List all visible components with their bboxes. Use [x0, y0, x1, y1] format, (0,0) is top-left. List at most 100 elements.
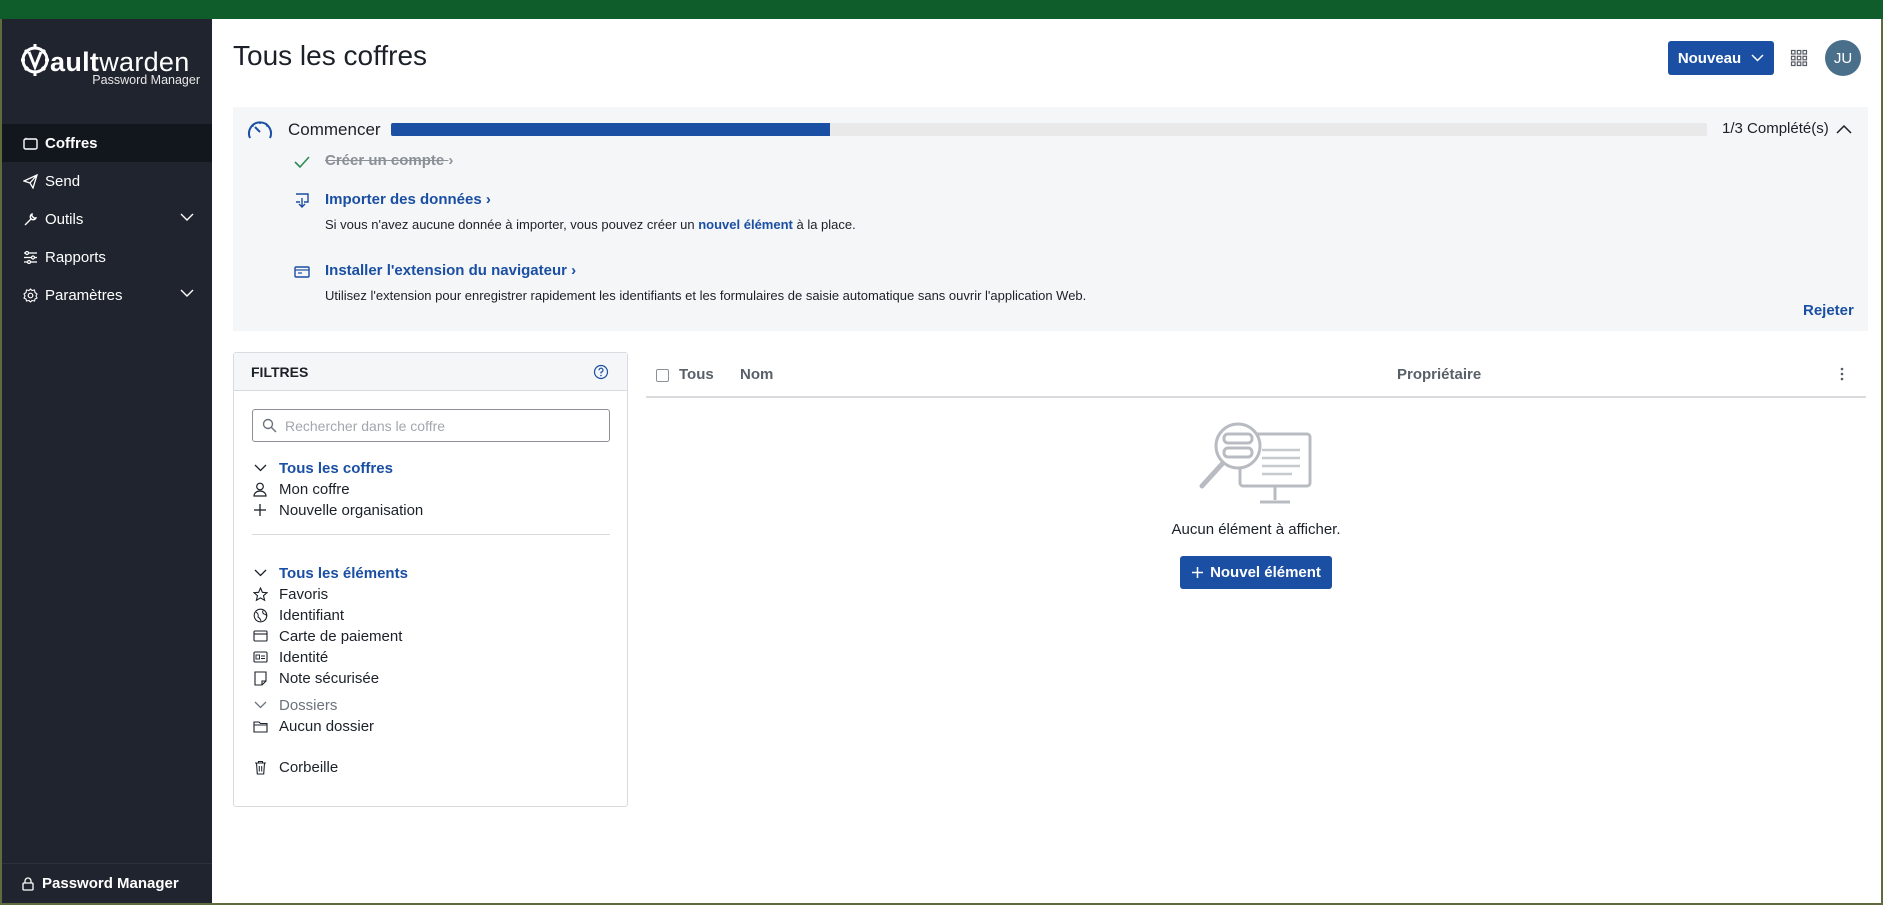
onboarding-progress-label: 1/3 Complété(s) — [1722, 120, 1829, 137]
sliders-icon — [22, 249, 38, 265]
import-data-description: Si vous n'avez aucune donnée à importer,… — [325, 217, 856, 232]
more-options-icon[interactable] — [1840, 366, 1844, 382]
filter-item-label: Carte de paiement — [279, 627, 403, 645]
filters-divider — [252, 534, 610, 535]
page-title: Tous les coffres — [233, 40, 428, 71]
sidebar-item-rapports[interactable]: Rapports — [2, 238, 212, 276]
filters-panel: FILTRES Tous les coffres Mon coffre Nouv… — [233, 352, 628, 807]
empty-state-text: Aucun élément à afficher. — [1171, 521, 1341, 538]
sidebar-item-coffres[interactable]: Coffres — [2, 124, 212, 162]
filter-trash[interactable]: Corbeille — [252, 757, 338, 777]
filters-title: FILTRES — [251, 363, 309, 380]
sidebar-item-parametres[interactable]: Paramètres — [2, 276, 212, 314]
filter-new-organization[interactable]: Nouvelle organisation — [252, 500, 423, 520]
vaultwarden-gear-v-icon — [21, 44, 49, 76]
search-icon — [262, 418, 277, 433]
sidebar-nav: Coffres Send Outils Rapports Paramètres — [2, 124, 212, 314]
wrench-icon — [22, 211, 38, 227]
import-data-link[interactable]: Importer des données › — [325, 191, 491, 208]
sidebar-item-label: Send — [45, 172, 81, 190]
lock-icon — [22, 876, 34, 891]
vaultwarden-logo[interactable]: aultwarden Password Manager — [20, 43, 200, 87]
new-item-button[interactable]: Nouvel élément — [1180, 556, 1332, 589]
create-account-link[interactable]: Créer un compte › — [325, 152, 453, 169]
check-icon — [294, 156, 310, 169]
filter-favorites[interactable]: Favoris — [252, 584, 328, 604]
logo-subtitle: Password Manager — [92, 73, 200, 87]
column-header-all[interactable]: Tous — [679, 366, 714, 383]
app-grid-icon[interactable] — [1790, 49, 1808, 67]
chevron-down-icon — [1751, 54, 1764, 62]
help-icon[interactable] — [593, 364, 609, 380]
chevron-down-icon — [180, 289, 194, 297]
product-switcher-label: Password Manager — [42, 875, 179, 892]
filter-item-label: Corbeille — [279, 758, 339, 776]
gear-icon — [22, 287, 38, 303]
sidebar-item-label: Rapports — [45, 248, 106, 266]
filter-item-label: Identifiant — [279, 606, 345, 624]
vault-icon — [22, 135, 38, 151]
filter-item-label: Note sécurisée — [279, 669, 380, 687]
filter-folders[interactable]: Dossiers — [252, 695, 337, 715]
avatar[interactable]: JU — [1825, 40, 1861, 76]
search-field[interactable] — [252, 409, 610, 442]
user-icon — [252, 481, 268, 497]
filter-section-label: Tous les éléments — [279, 564, 408, 582]
empty-search-illustration-icon — [1199, 422, 1312, 504]
credit-card-icon — [252, 628, 268, 644]
import-icon — [296, 193, 309, 208]
plus-icon — [1192, 567, 1204, 578]
window-top-bar — [0, 0, 1883, 19]
new-item-inline-link[interactable]: nouvel élément — [698, 217, 793, 232]
new-button-label: Nouveau — [1677, 49, 1742, 67]
filter-secure-note[interactable]: Note sécurisée — [252, 668, 379, 688]
filter-login[interactable]: Identifiant — [252, 605, 344, 625]
plus-icon — [252, 502, 268, 518]
sidebar-item-label: Paramètres — [45, 286, 123, 304]
select-all-checkbox[interactable] — [656, 369, 669, 382]
filter-item-label: Aucun dossier — [279, 717, 375, 735]
filter-identity[interactable]: Identité — [252, 647, 328, 667]
speedometer-icon — [248, 121, 272, 139]
search-input[interactable] — [285, 417, 609, 434]
chevron-down-icon — [252, 565, 268, 581]
onboarding-progress-bar — [391, 123, 1707, 136]
filter-all-items[interactable]: Tous les éléments — [252, 563, 408, 583]
browser-icon — [294, 266, 310, 278]
filter-all-vaults[interactable]: Tous les coffres — [252, 458, 393, 478]
column-header-name: Nom — [740, 366, 774, 383]
filter-section-label: Dossiers — [279, 696, 338, 714]
column-header-owner: Propriétaire — [1397, 366, 1482, 383]
sidebar-item-label: Outils — [45, 210, 84, 228]
note-icon — [252, 670, 268, 686]
filter-my-vault[interactable]: Mon coffre — [252, 479, 350, 499]
dismiss-onboarding-button[interactable]: Rejeter — [1803, 302, 1854, 319]
filters-header: FILTRES — [234, 353, 627, 391]
chevron-up-icon[interactable] — [1836, 123, 1852, 135]
star-icon — [252, 586, 268, 602]
new-button[interactable]: Nouveau — [1668, 41, 1774, 75]
filter-item-label: Identité — [279, 648, 329, 666]
vault-table-header: Tous Nom Propriétaire — [646, 352, 1866, 398]
sidebar-item-label: Coffres — [45, 134, 98, 152]
onboarding-progress-fill — [391, 123, 830, 136]
onboarding-title: Commencer — [288, 120, 381, 139]
filter-item-label: Favoris — [279, 585, 329, 603]
folder-icon — [252, 718, 268, 734]
sidebar-item-send[interactable]: Send — [2, 162, 212, 200]
globe-icon — [252, 607, 268, 623]
filter-item-label: Mon coffre — [279, 480, 350, 498]
chevron-down-icon — [180, 213, 194, 221]
send-icon — [22, 173, 38, 189]
filter-card[interactable]: Carte de paiement — [252, 626, 402, 646]
id-card-icon — [252, 649, 268, 665]
chevron-down-icon — [252, 460, 268, 476]
trash-icon — [252, 759, 268, 775]
onboarding-panel: Commencer 1/3 Complété(s) Créer un compt… — [233, 107, 1868, 331]
product-switcher[interactable]: Password Manager — [2, 863, 212, 903]
install-extension-description: Utilisez l'extension pour enregistrer ra… — [325, 288, 1087, 303]
sidebar-item-outils[interactable]: Outils — [2, 200, 212, 238]
filter-section-label: Tous les coffres — [279, 459, 393, 477]
install-extension-link[interactable]: Installer l'extension du navigateur › — [325, 262, 576, 279]
filter-no-folder[interactable]: Aucun dossier — [252, 716, 374, 736]
